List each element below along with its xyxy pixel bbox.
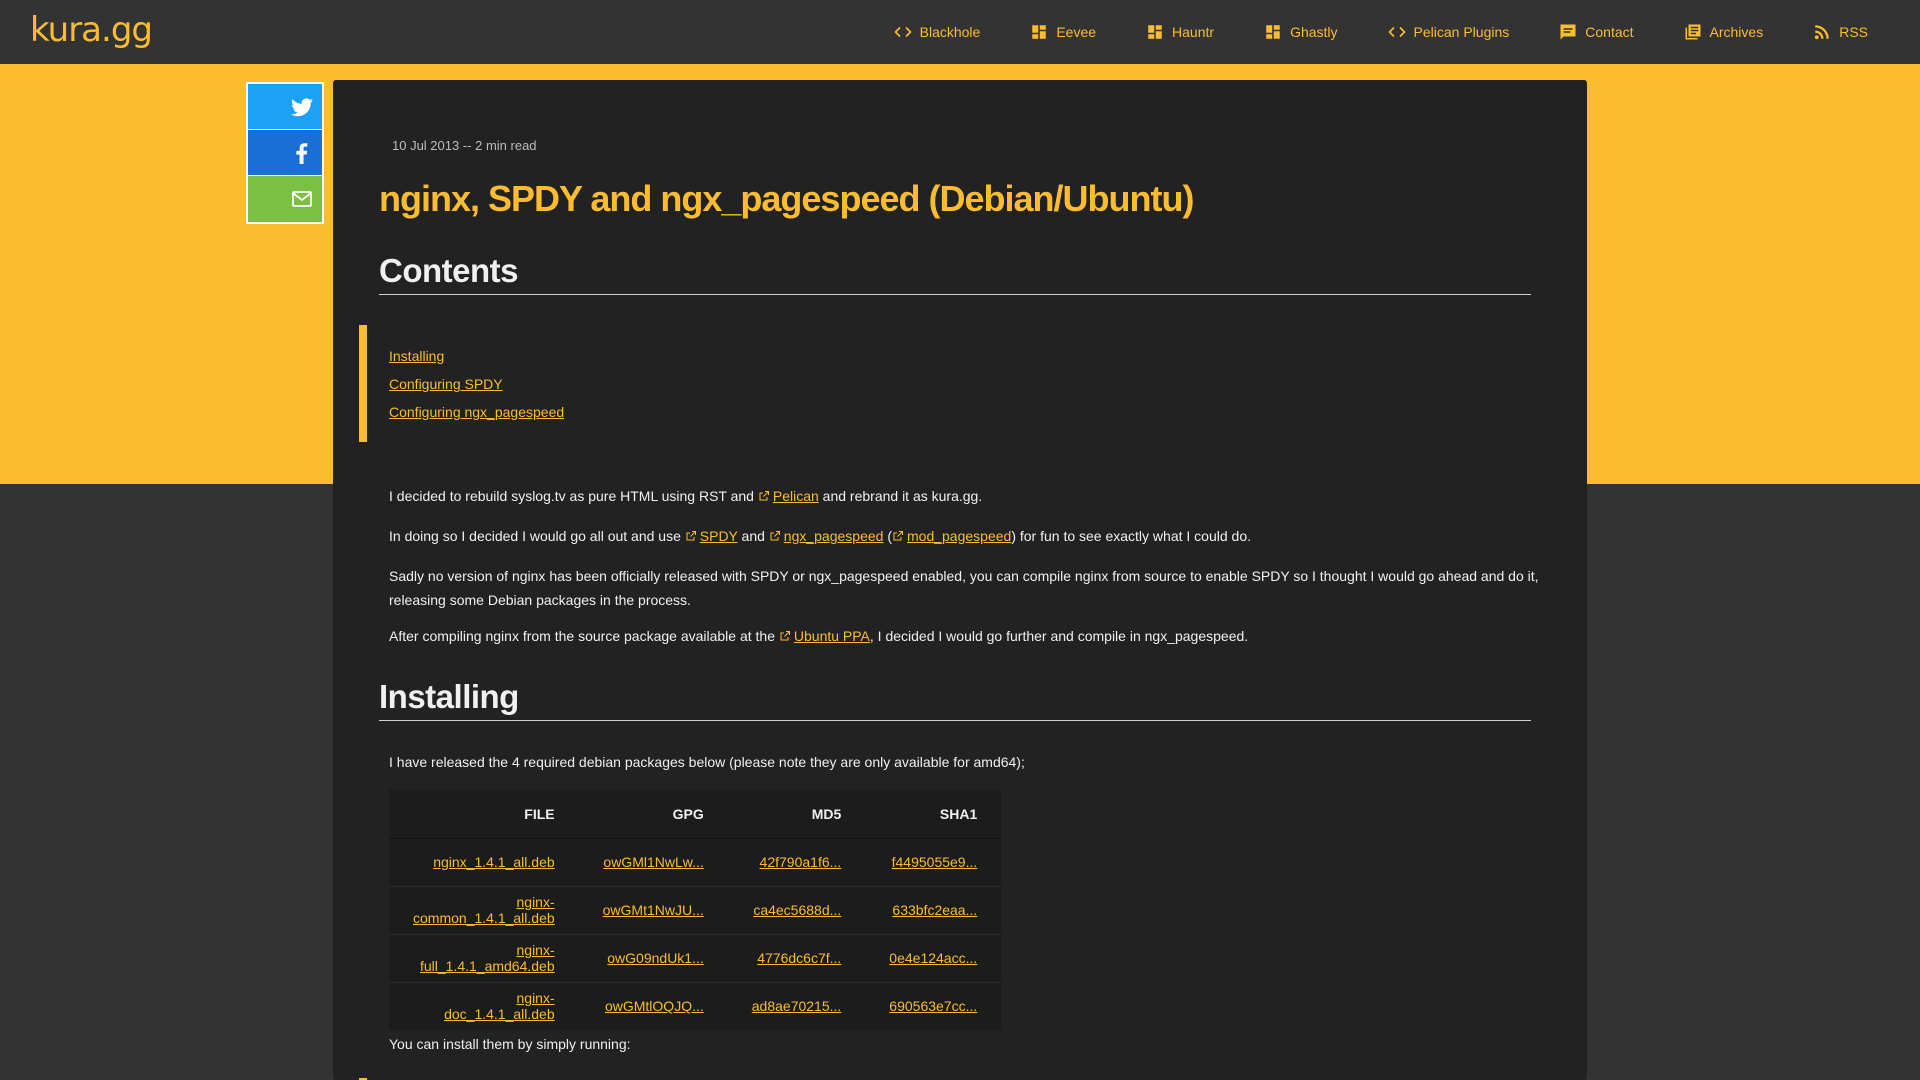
external-link-icon xyxy=(758,485,770,501)
column-header-file: FILE xyxy=(389,790,579,839)
pelican-link[interactable]: Pelican xyxy=(773,488,819,504)
nav-label: Pelican Plugins xyxy=(1413,24,1510,40)
text: and rebrand it as kura.gg. xyxy=(818,488,983,504)
table-of-contents: Installing Configuring SPDY Configuring … xyxy=(359,325,564,442)
nav-ghastly[interactable]: Ghastly xyxy=(1264,23,1338,41)
mail-icon xyxy=(292,191,312,207)
paragraph-intro: I decided to rebuild syslog.tv as pure H… xyxy=(389,484,1539,508)
share-bar xyxy=(246,82,324,224)
sha1-link[interactable]: f4495055e9... xyxy=(892,854,978,870)
paragraph-spdy: In doing so I decided I would go all out… xyxy=(389,524,1539,548)
spdy-link[interactable]: SPDY xyxy=(700,528,738,544)
text: and xyxy=(737,528,769,544)
article-card: 10 Jul 2013 -- 2 min read nginx, SPDY an… xyxy=(333,80,1587,1080)
packages-table: FILE GPG MD5 SHA1 nginx_1.4.1_all.deb ow… xyxy=(389,790,1002,1030)
share-twitter-button[interactable] xyxy=(248,84,322,130)
paragraph-ppa: After compiling nginx from the source pa… xyxy=(389,624,1539,648)
nav-eevee[interactable]: Eevee xyxy=(1030,23,1096,41)
rss-icon xyxy=(1815,25,1829,40)
file-link[interactable]: nginx-doc_1.4.1_all.deb xyxy=(444,990,555,1022)
nav-contact[interactable]: Contact xyxy=(1559,23,1634,41)
toc-configuring-spdy-link[interactable]: Configuring SPDY xyxy=(389,375,564,393)
nav-label: Archives xyxy=(1709,24,1764,40)
nav-blackhole[interactable]: Blackhole xyxy=(893,23,981,41)
paragraph-install-command: You can install them by simply running: xyxy=(389,1036,631,1052)
chat-icon xyxy=(1560,24,1576,40)
paragraph-compile: Sadly no version of nginx has been offic… xyxy=(389,568,1539,608)
paragraph-packages: I have released the 4 required debian pa… xyxy=(389,754,1025,770)
share-facebook-button[interactable] xyxy=(248,130,322,176)
nav-hauntr[interactable]: Hauntr xyxy=(1146,23,1214,41)
gpg-link[interactable]: owGMt1NwJU... xyxy=(603,902,704,918)
table-row: nginx-doc_1.4.1_all.deb owGMtlOQJQ... ad… xyxy=(389,981,1002,1030)
toc-installing-link[interactable]: Installing xyxy=(389,347,564,365)
ngx-pagespeed-link[interactable]: ngx_pagespeed xyxy=(784,528,884,544)
sha1-link[interactable]: 0e4e124acc... xyxy=(889,950,977,966)
share-email-button[interactable] xyxy=(248,176,322,222)
file-link[interactable]: nginx-common_1.4.1_all.deb xyxy=(413,894,555,926)
external-link-icon xyxy=(685,525,697,541)
library-icon xyxy=(1685,24,1701,40)
installing-heading: Installing xyxy=(379,678,1531,721)
dashboard-icon xyxy=(1148,25,1162,39)
column-header-gpg: GPG xyxy=(578,790,728,839)
main-nav: Blackhole Eevee Hauntr Ghastly Pelican P… xyxy=(844,0,1868,64)
file-link[interactable]: nginx-full_1.4.1_amd64.deb xyxy=(420,942,555,974)
top-navigation: kura.gg Blackhole Eevee Hauntr Ghastly P… xyxy=(0,0,1920,64)
file-link[interactable]: nginx_1.4.1_all.deb xyxy=(433,854,554,870)
table-row: nginx-common_1.4.1_all.deb owGMt1NwJU...… xyxy=(389,885,1002,934)
nav-label: Contact xyxy=(1585,24,1634,40)
column-header-md5: MD5 xyxy=(727,790,866,839)
site-logo[interactable]: kura.gg xyxy=(30,10,153,50)
article-meta: 10 Jul 2013 -- 2 min read xyxy=(392,138,537,153)
sha1-link[interactable]: 633bfc2eaa... xyxy=(892,902,977,918)
text: ( xyxy=(883,528,892,544)
external-link-icon xyxy=(892,525,904,541)
sha1-link[interactable]: 690563e7cc... xyxy=(889,998,977,1014)
text: , I decided I would go further and compi… xyxy=(869,628,1249,644)
contents-heading: Contents xyxy=(379,252,1531,295)
article-title: nginx, SPDY and ngx_pagespeed (Debian/Ub… xyxy=(379,178,1194,219)
table-row: nginx-full_1.4.1_amd64.deb owG09ndUk1...… xyxy=(389,933,1002,982)
twitter-icon xyxy=(291,97,313,116)
dashboard-icon xyxy=(1032,25,1047,39)
md5-link[interactable]: ad8ae70215... xyxy=(752,998,842,1014)
dashboard-icon xyxy=(1266,25,1280,39)
nav-label: RSS xyxy=(1839,24,1868,40)
gpg-link[interactable]: owGMtlOQJQ... xyxy=(605,998,704,1014)
facebook-icon xyxy=(296,142,308,164)
gpg-link[interactable]: owG09ndUk1... xyxy=(607,950,704,966)
md5-link[interactable]: ca4ec5688d... xyxy=(753,902,841,918)
toc-configuring-ngx-pagespeed-link[interactable]: Configuring ngx_pagespeed xyxy=(389,403,564,421)
ubuntu-ppa-link[interactable]: Ubuntu PPA xyxy=(794,628,870,644)
mod-pagespeed-link[interactable]: mod_pagespeed xyxy=(907,528,1011,544)
code-icon xyxy=(1387,26,1406,38)
nav-label: Hauntr xyxy=(1172,24,1215,40)
gpg-link[interactable]: owGMl1NwLw... xyxy=(603,854,703,870)
nav-label: Eevee xyxy=(1056,24,1097,40)
table-row: nginx_1.4.1_all.deb owGMl1NwLw... 42f790… xyxy=(389,837,1002,886)
text: ) for fun to see exactly what I could do… xyxy=(1011,528,1251,544)
text: I decided to rebuild syslog.tv as pure H… xyxy=(389,488,758,504)
code-icon xyxy=(893,26,912,38)
nav-pelican-plugins[interactable]: Pelican Plugins xyxy=(1387,23,1510,41)
nav-archives[interactable]: Archives xyxy=(1684,23,1764,41)
table-header-row: FILE GPG MD5 SHA1 xyxy=(389,790,1002,839)
column-header-sha1: SHA1 xyxy=(865,790,1002,839)
external-link-icon xyxy=(779,625,791,641)
text: In doing so I decided I would go all out… xyxy=(389,528,685,544)
nav-label: Ghastly xyxy=(1290,24,1338,40)
external-link-icon xyxy=(769,525,781,541)
text: After compiling nginx from the source pa… xyxy=(389,628,779,644)
nav-rss[interactable]: RSS xyxy=(1813,23,1868,41)
nav-label: Blackhole xyxy=(919,24,981,40)
md5-link[interactable]: 4776dc6c7f... xyxy=(757,950,841,966)
md5-link[interactable]: 42f790a1f6... xyxy=(760,854,842,870)
